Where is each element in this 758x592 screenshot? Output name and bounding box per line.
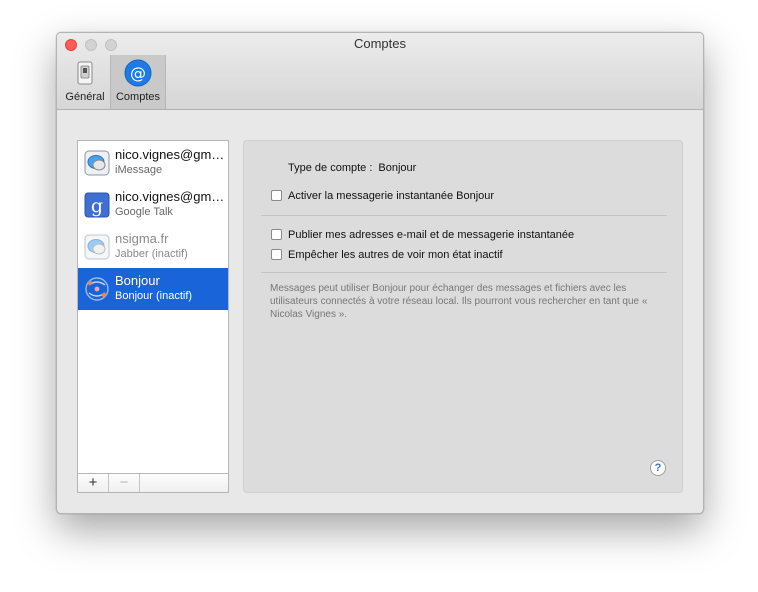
account-service: Google Talk xyxy=(115,206,173,218)
at-sign-icon: @ xyxy=(124,59,152,87)
checkbox-box[interactable] xyxy=(271,229,282,240)
checkbox-box[interactable] xyxy=(271,249,282,260)
account-type-value: Bonjour xyxy=(378,162,417,174)
separator xyxy=(261,215,667,216)
content-area: nico.vignes@gmail.com iMessage g nico.vi… xyxy=(57,110,703,513)
account-row-bonjour[interactable]: Bonjour Bonjour (inactif) xyxy=(78,268,228,310)
account-row-google-talk[interactable]: g nico.vignes@gmail.com Google Talk xyxy=(78,184,228,226)
jabber-icon xyxy=(84,234,110,260)
publish-addresses-label: Publier mes adresses e-mail et de messag… xyxy=(288,229,575,241)
help-button[interactable]: ? xyxy=(650,460,666,476)
preferences-window: Comptes Général @ Comptes nico.vignes@gm… xyxy=(56,32,704,514)
tab-comptes-label: Comptes xyxy=(115,91,161,103)
account-service: Jabber (inactif) xyxy=(115,248,188,260)
general-icon xyxy=(77,61,93,85)
toolbar: Comptes Général @ Comptes xyxy=(57,33,703,110)
enable-bonjour-label: Activer la messagerie instantanée Bonjou… xyxy=(288,190,495,202)
svg-text:@: @ xyxy=(130,64,146,83)
account-name: nico.vignes@gmail.com xyxy=(115,189,227,204)
block-idle-checkbox[interactable]: Empêcher les autres de voir mon état ina… xyxy=(271,249,503,261)
imessage-icon xyxy=(84,150,110,176)
svg-text:g: g xyxy=(91,195,103,217)
accounts-list[interactable]: nico.vignes@gmail.com iMessage g nico.vi… xyxy=(77,140,229,474)
account-row-imessage[interactable]: nico.vignes@gmail.com iMessage xyxy=(78,142,228,184)
enable-bonjour-checkbox[interactable]: Activer la messagerie instantanée Bonjou… xyxy=(271,190,494,202)
account-service: Bonjour (inactif) xyxy=(115,290,193,302)
account-name: nsigma.fr xyxy=(115,231,169,246)
remove-account-button[interactable]: − xyxy=(109,474,140,492)
tab-general[interactable]: Général xyxy=(61,55,109,109)
google-icon: g xyxy=(84,192,110,218)
block-idle-label: Empêcher les autres de voir mon état ina… xyxy=(288,249,503,261)
separator xyxy=(261,272,667,273)
add-account-button[interactable]: + xyxy=(78,474,109,492)
tab-comptes[interactable]: @ Comptes xyxy=(110,55,166,109)
tab-general-label: Général xyxy=(65,91,105,103)
publish-addresses-checkbox[interactable]: Publier mes adresses e-mail et de messag… xyxy=(271,229,574,241)
account-detail-panel: Type de compte : Bonjour Activer la messa… xyxy=(243,140,683,493)
account-service: iMessage xyxy=(115,164,163,176)
window-title: Comptes xyxy=(353,36,407,51)
bonjour-icon xyxy=(85,277,109,301)
list-controls: + − xyxy=(77,474,229,493)
account-row-jabber[interactable]: nsigma.fr Jabber (inactif) xyxy=(78,226,228,268)
checkbox-box[interactable] xyxy=(271,190,282,201)
account-name: nico.vignes@gmail.com xyxy=(115,147,227,162)
account-type-line: Type de compte : Bonjour xyxy=(288,162,416,174)
account-type-label: Type de compte : xyxy=(288,162,373,174)
bonjour-description: Messages peut utiliser Bonjour pour écha… xyxy=(270,283,648,320)
account-name: Bonjour xyxy=(115,273,160,288)
